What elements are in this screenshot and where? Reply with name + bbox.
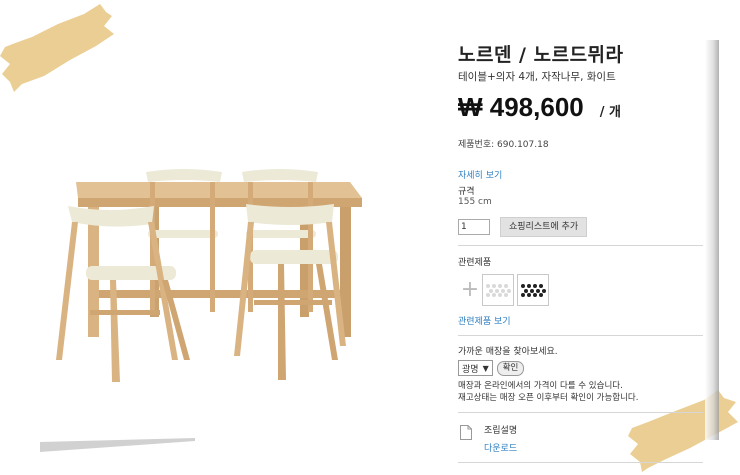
store-select[interactable]: 광명 ▼ [458, 360, 493, 376]
store-select-value: 광명 [462, 364, 479, 375]
chevron-down-icon: ▼ [482, 363, 489, 373]
product-subtitle: 테이블+의자 4개, 자작나무, 화이트 [458, 71, 616, 83]
divider [458, 412, 703, 413]
assembly-title: 조립설명 [484, 426, 518, 436]
store-confirm-button[interactable]: 확인 [496, 360, 525, 376]
divider [458, 462, 703, 463]
related-products-row: + [458, 274, 708, 306]
add-to-list-row: 쇼핑리스트에 추가 [458, 217, 708, 237]
product-title: 노르덴 / 노르드뮈라 [458, 44, 624, 66]
product-image [56, 169, 362, 382]
quantity-input[interactable] [458, 219, 490, 235]
divider [458, 335, 703, 336]
cushion-black-icon [521, 284, 546, 297]
cushion-white-icon [486, 284, 511, 297]
bottom-shadow [40, 438, 195, 452]
tape-decoration-top-left [0, 4, 114, 92]
related-products-title: 관련제품 [458, 258, 492, 268]
article-number-label: 제품번호: [458, 140, 495, 150]
store-note-line1: 매장과 온라인에서의 가격이 다를 수 있습니다. [458, 381, 623, 391]
assembly-instructions: 조립설명 다운로드 [458, 423, 708, 454]
view-related-products-link[interactable]: 관련제품 보기 [458, 314, 708, 327]
store-finder-row: 광명 ▼ 확인 [458, 360, 708, 376]
product-info-panel: 노르덴 / 노르드뮈라 테이블+의자 4개, 자작나무, 화이트 ₩ 498,6… [458, 40, 708, 463]
product-price: ₩ 498,600 [458, 92, 584, 122]
related-product-thumb-white[interactable] [482, 274, 514, 306]
document-icon [460, 425, 472, 440]
article-number-value: 690.107.18 [497, 140, 549, 150]
more-details-link[interactable]: 자세히 보기 [458, 168, 708, 181]
spec-label: 규격 [458, 187, 475, 197]
store-note: 매장과 온라인에서의 가격이 다를 수 있습니다. 재고상태는 매장 오픈 이후… [458, 380, 708, 404]
spec-value: 155 cm [458, 197, 492, 207]
download-link[interactable]: 다운로드 [484, 441, 517, 454]
add-to-shopping-list-button[interactable]: 쇼핑리스트에 추가 [500, 217, 588, 237]
related-product-thumb-black[interactable] [517, 274, 549, 306]
store-finder-label: 가까운 매장을 찾아보세요. [458, 347, 558, 357]
article-number: 제품번호: 690.107.18 [458, 137, 708, 150]
divider [458, 245, 703, 246]
price-unit: / 개 [599, 105, 621, 120]
store-note-line2: 재고상태는 매장 오픈 이후부터 확인이 가능합니다. [458, 393, 639, 403]
price-row: ₩ 498,600 / 개 [458, 92, 708, 123]
plus-icon: + [460, 277, 480, 302]
